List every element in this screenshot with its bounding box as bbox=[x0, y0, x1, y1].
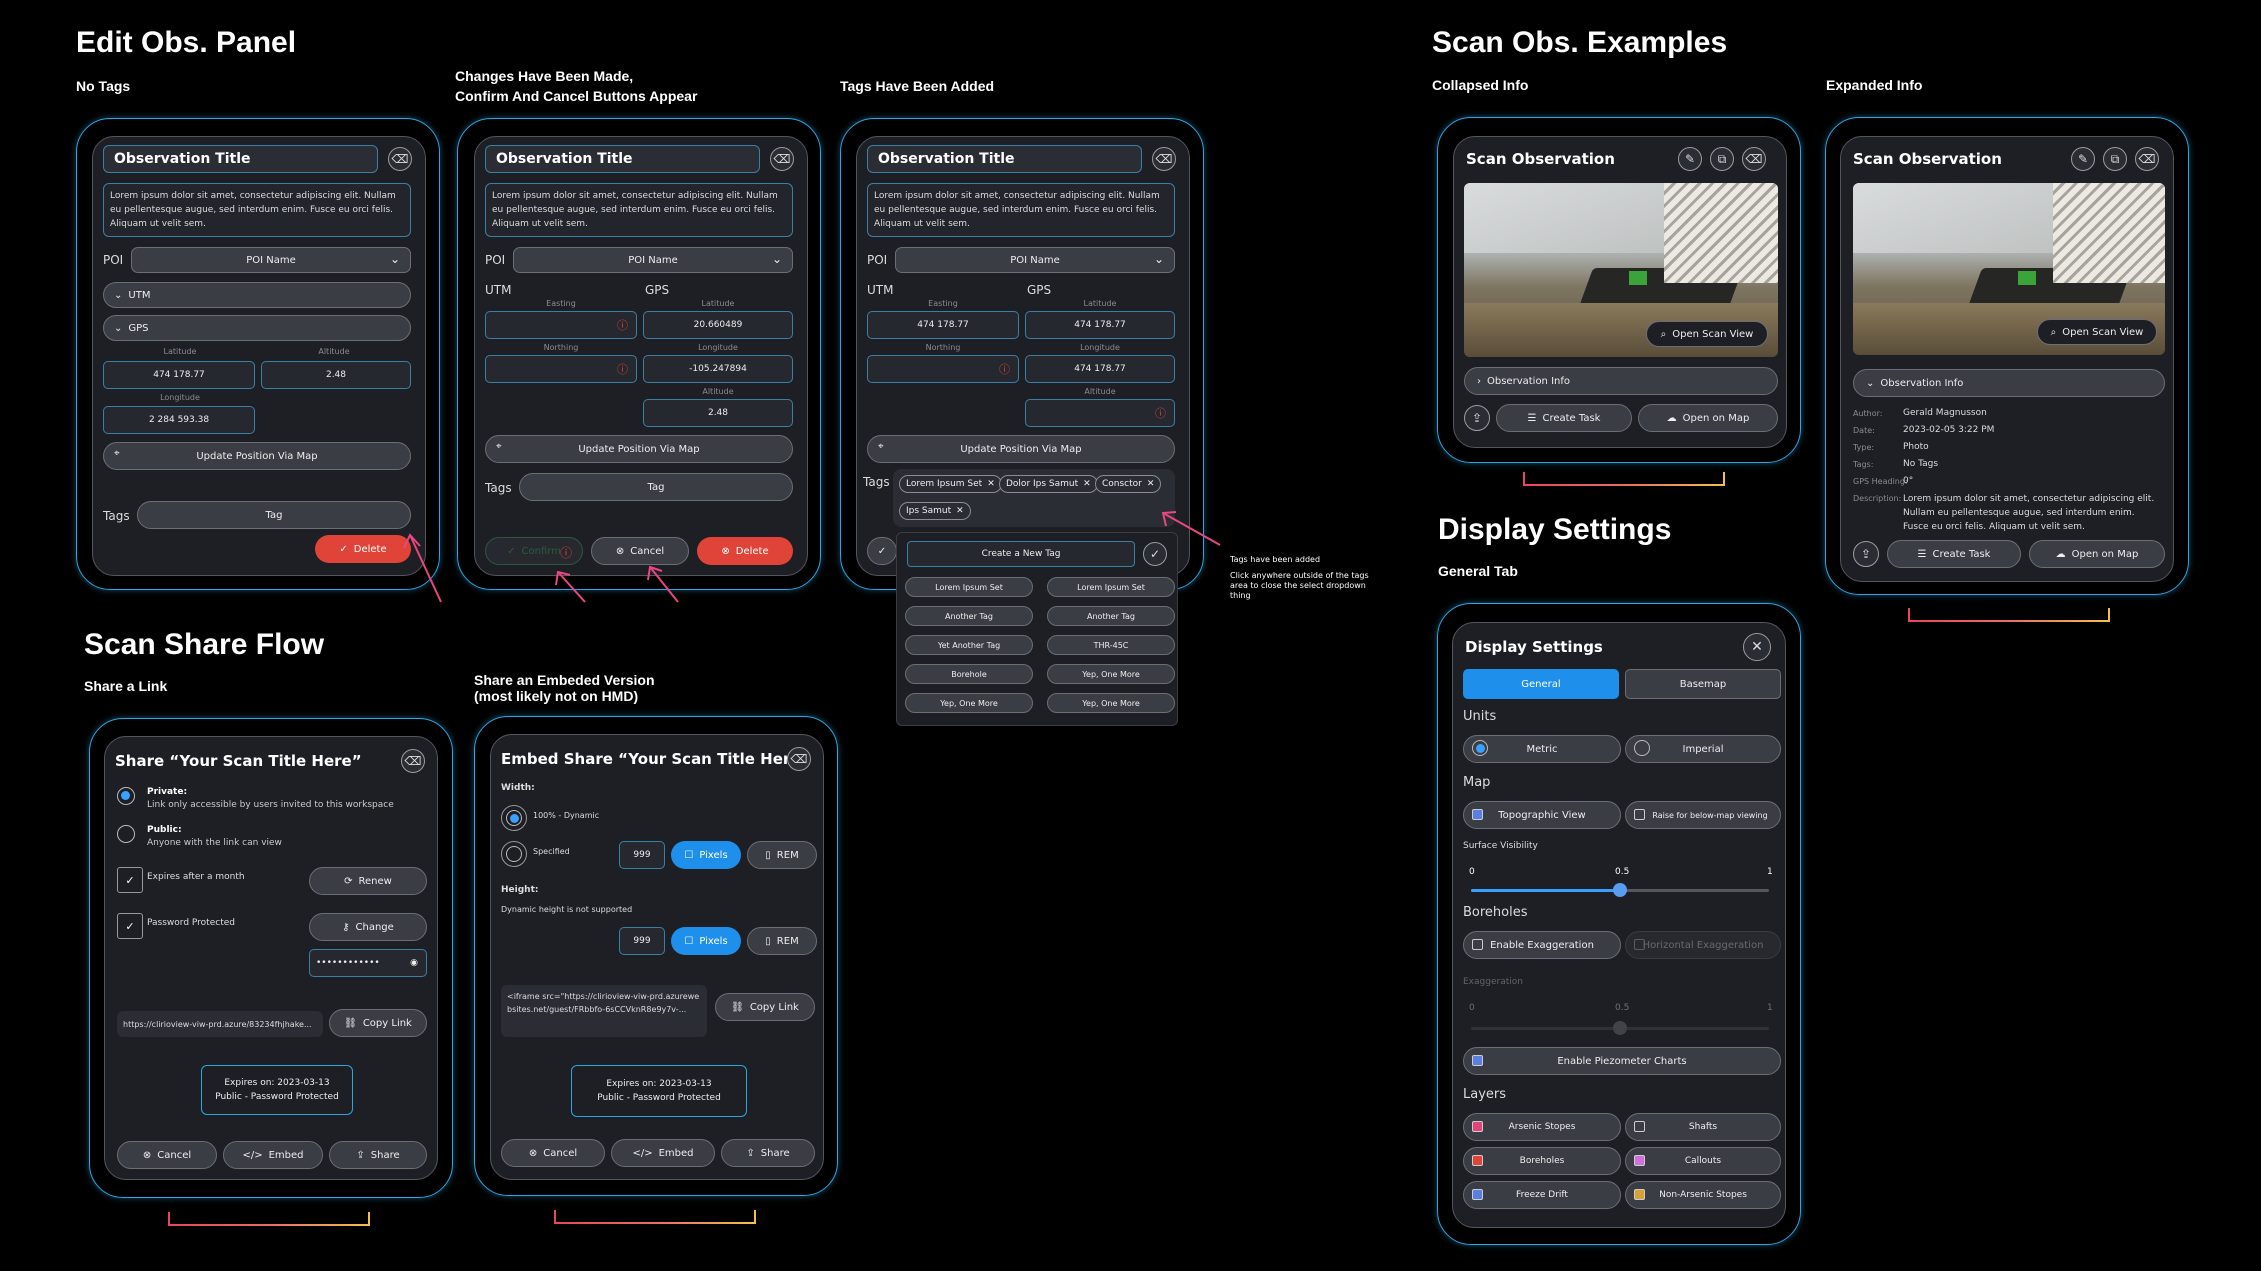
arrow-line bbox=[409, 534, 442, 603]
arrow-line bbox=[649, 566, 679, 603]
arrow-line bbox=[1162, 512, 1221, 546]
annotation-arrows bbox=[403, 511, 1221, 603]
arrow-line bbox=[557, 571, 586, 603]
